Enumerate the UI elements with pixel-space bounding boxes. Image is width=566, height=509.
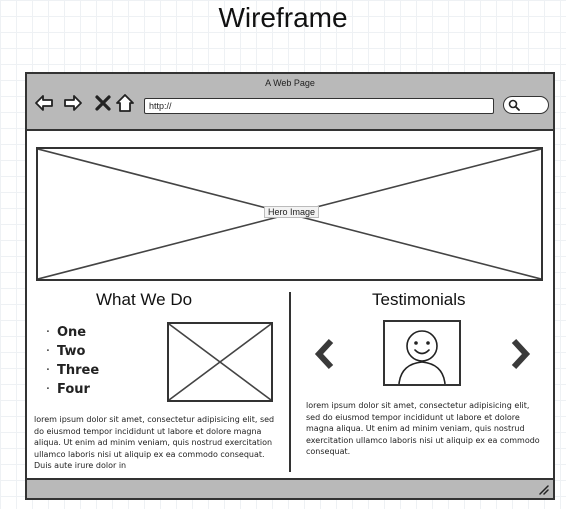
- page-heading: Wireframe: [218, 2, 348, 33]
- smiley-person-icon: [398, 330, 446, 384]
- list-item-label: Four: [57, 382, 90, 397]
- home-button[interactable]: [115, 93, 135, 113]
- browser-window: A Web Page http:// Hero Image What We Do…: [25, 72, 555, 500]
- resize-grip-icon: [539, 485, 549, 495]
- what-we-do-heading: What We Do: [96, 290, 193, 309]
- carousel-prev-button[interactable]: [314, 338, 336, 370]
- stop-button[interactable]: [93, 93, 113, 113]
- testimonials-heading: Testimonials: [372, 290, 466, 309]
- list-item: · Four: [39, 380, 99, 399]
- carousel-next-button[interactable]: [509, 338, 531, 370]
- home-icon: [116, 94, 134, 112]
- hero-image: Hero Image: [36, 147, 543, 281]
- list-item: · Three: [39, 361, 99, 380]
- search-button[interactable]: [503, 96, 549, 114]
- image-placeholder-icon: [169, 324, 271, 400]
- what-we-do-text: lorem ipsum dolor sit amet, consectetur …: [34, 415, 275, 470]
- feature-image: [167, 322, 273, 402]
- search-icon: [508, 99, 520, 111]
- list-item: · Two: [39, 342, 99, 361]
- list-item: · One: [39, 323, 99, 342]
- testimonial-avatar: [383, 320, 461, 386]
- resize-grip[interactable]: [537, 483, 549, 495]
- browser-toolbar: A Web Page http://: [27, 74, 553, 131]
- what-we-do-list: · One · Two · Three · Four: [39, 323, 99, 399]
- hero-image-label: Hero Image: [264, 206, 320, 218]
- arrow-right-icon: [64, 95, 82, 111]
- back-button[interactable]: [34, 93, 54, 113]
- forward-button[interactable]: [63, 93, 83, 113]
- bullet-icon: ·: [45, 363, 51, 378]
- chevron-left-icon: [314, 338, 334, 370]
- url-input[interactable]: http://: [144, 98, 494, 114]
- list-item-label: Three: [57, 363, 100, 378]
- arrow-left-icon: [35, 95, 53, 111]
- status-bar: [27, 478, 553, 498]
- list-item-label: One: [57, 325, 87, 340]
- bullet-icon: ·: [45, 382, 51, 397]
- window-title: A Web Page: [265, 78, 315, 88]
- list-item-label: Two: [57, 344, 86, 359]
- bullet-icon: ·: [45, 344, 51, 359]
- close-icon: [95, 95, 111, 111]
- bullet-icon: ·: [45, 325, 51, 340]
- column-divider: [289, 292, 291, 472]
- chevron-right-icon: [511, 338, 531, 370]
- testimonial-text: lorem ipsum dolor sit amet, consectetur …: [306, 401, 540, 456]
